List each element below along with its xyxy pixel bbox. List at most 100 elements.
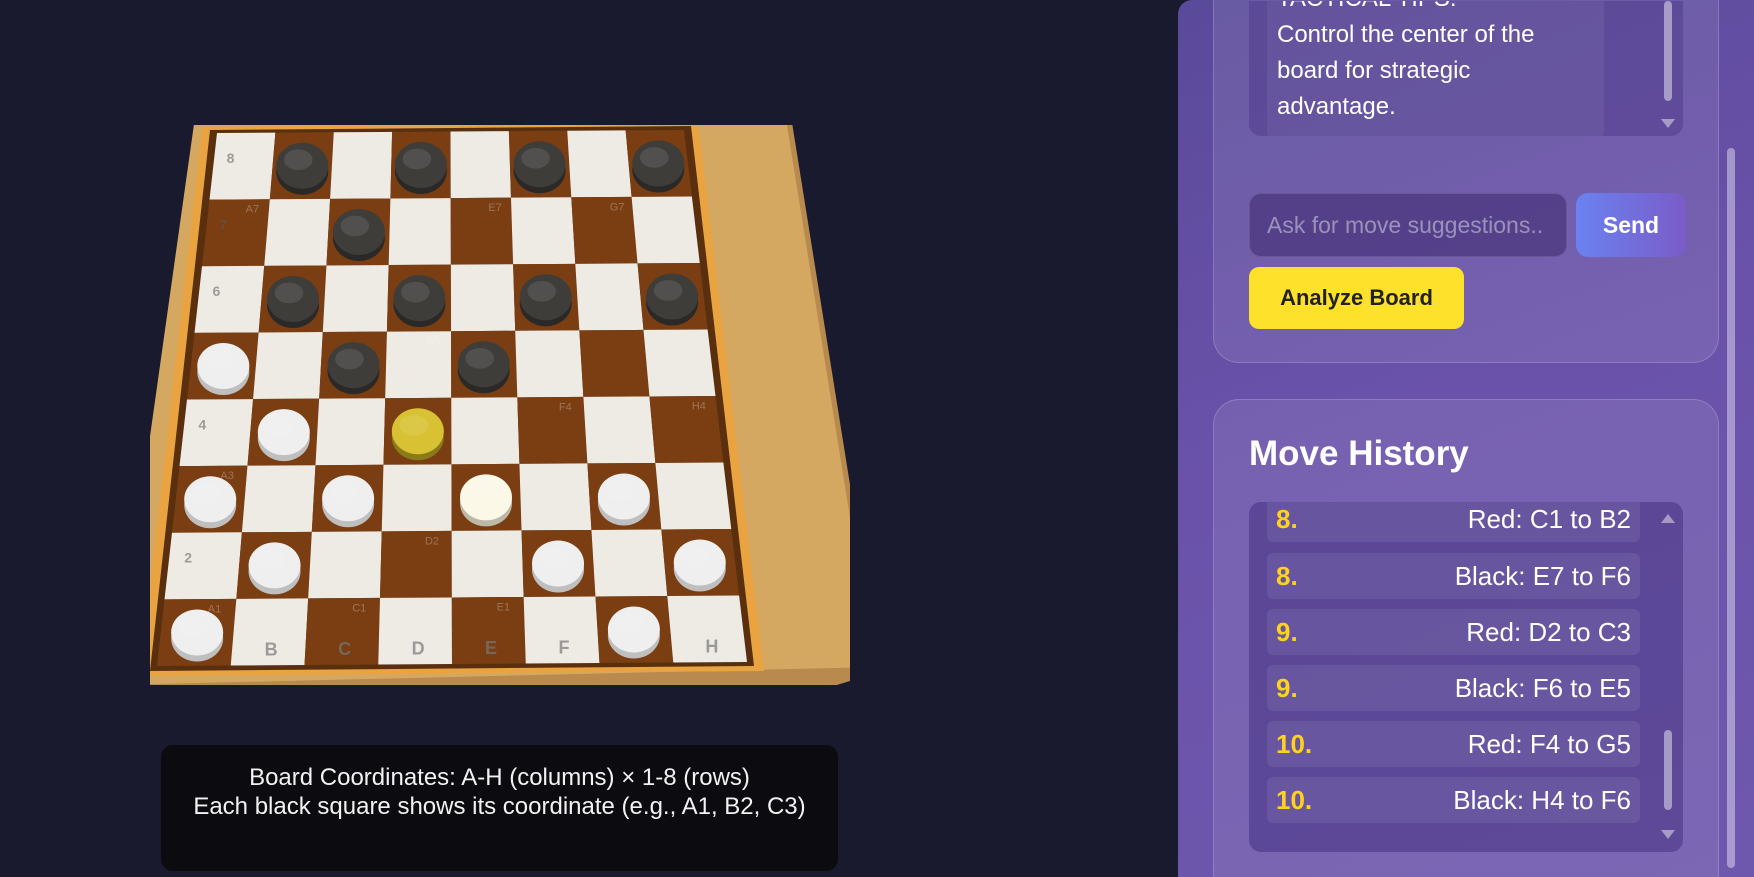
piece-shine <box>335 348 364 370</box>
square-c4 <box>315 398 386 466</box>
piece-shine <box>539 547 569 568</box>
move-number: 10. <box>1276 728 1313 759</box>
panel-scroll-thumb[interactable] <box>1727 148 1735 868</box>
square-g7 <box>571 196 638 264</box>
row-label: 8 <box>227 150 235 166</box>
assistant-card: TACTICAL TIPS: Control the center of the… <box>1213 0 1719 363</box>
move-number: 9. <box>1276 616 1298 647</box>
square-e6 <box>450 264 516 332</box>
piece-shine <box>191 482 221 504</box>
column-label: B <box>265 639 278 659</box>
square-a2 <box>164 532 242 600</box>
piece-shine <box>401 281 430 303</box>
square-c8 <box>330 131 393 199</box>
coordinates-caption: Board Coordinates: A-H (columns) × 1-8 (… <box>161 745 838 871</box>
tips-message: TACTICAL TIPS: Control the center of the… <box>1267 1 1604 136</box>
square-f7 <box>510 197 576 265</box>
square-b7 <box>264 198 331 266</box>
checkers-board[interactable]: A7 E7 G7 D5 F4 H4 A3 D2 A1 C1 E1 8 7 6 4 2 B C D E F H <box>150 125 850 685</box>
history-row: 10. Black: H4 to F6 <box>1267 777 1640 823</box>
square-c2 <box>308 531 382 599</box>
tips-box: TACTICAL TIPS: Control the center of the… <box>1249 1 1683 136</box>
tips-scrollbar[interactable] <box>1661 1 1675 136</box>
piece-shine <box>283 149 313 171</box>
square-h3 <box>655 462 732 530</box>
history-scrollbar[interactable] <box>1661 502 1675 852</box>
square-b3 <box>241 465 316 533</box>
square-a7 <box>202 199 270 267</box>
square-h5 <box>643 329 716 397</box>
column-label: H <box>705 636 718 656</box>
move-text: Red: D2 to C3 <box>1466 616 1631 647</box>
piece-shine <box>178 616 208 637</box>
row-label: 6 <box>213 283 221 299</box>
piece-shine <box>527 280 557 302</box>
history-row: 8. Black: E7 to F6 <box>1267 553 1640 599</box>
move-text: Black: H4 to F6 <box>1453 784 1631 815</box>
caption-line-1: Board Coordinates: A-H (columns) × 1-8 (… <box>249 764 750 791</box>
square-d5 <box>385 331 452 399</box>
scroll-down-icon[interactable] <box>1661 830 1675 839</box>
square-e7 <box>450 197 514 265</box>
square-a8 <box>209 132 276 200</box>
history-row: 8. Red: C1 to B2 <box>1267 502 1640 542</box>
square-c6 <box>322 265 389 333</box>
piece-shine <box>639 147 669 168</box>
column-label: D <box>412 638 425 658</box>
square-label: D5 <box>427 336 441 348</box>
piece-shine <box>521 147 550 169</box>
square-e4 <box>451 397 520 465</box>
move-history-list[interactable]: 8. Red: C1 to B2 8. Black: E7 to F6 9. R… <box>1249 502 1683 852</box>
move-text: Red: C1 to B2 <box>1467 503 1631 534</box>
board-svg[interactable]: A7 E7 G7D5F4 H4A3D2A1 C1 E187642B C D E F H <box>150 125 850 685</box>
square-label: G7 <box>610 201 625 213</box>
piece-shine <box>465 347 495 369</box>
history-row: 9. Red: D2 to C3 <box>1267 609 1640 655</box>
piece-shine <box>653 280 683 301</box>
piece-shine <box>329 481 359 503</box>
square-f4 <box>517 396 588 464</box>
panel-scrollbar[interactable] <box>1724 0 1738 877</box>
analyze-board-button[interactable]: Analyze Board <box>1249 267 1464 329</box>
history-row: 10. Red: F4 to G5 <box>1267 721 1640 767</box>
tips-text: Control the center of the board for stra… <box>1277 21 1535 120</box>
column-label: E <box>485 638 497 658</box>
square-h4 <box>649 396 724 463</box>
move-number: 8. <box>1276 560 1298 591</box>
game-scene: A7 E7 G7 D5 F4 H4 A3 D2 A1 C1 E1 8 7 6 4 2 B C D E F H Board … <box>0 0 1178 877</box>
square-label: D2 <box>425 535 439 547</box>
ask-input[interactable] <box>1249 193 1567 257</box>
history-scroll-thumb[interactable] <box>1664 730 1672 810</box>
history-row: 9. Black: F6 to E5 <box>1267 665 1640 711</box>
square-e8 <box>450 131 511 199</box>
row-label: 4 <box>198 416 206 432</box>
square-d7 <box>388 198 451 266</box>
send-button[interactable]: Send <box>1576 193 1686 257</box>
square-g4 <box>583 396 656 464</box>
side-panel: TACTICAL TIPS: Control the center of the… <box>1178 0 1754 877</box>
square-f3 <box>519 463 592 531</box>
piece-shine <box>256 548 285 570</box>
square-d3 <box>381 464 452 532</box>
move-history-card: Move History 8. Red: C1 to B2 8. Black: … <box>1213 399 1719 877</box>
square-f5 <box>515 330 584 398</box>
move-number: 9. <box>1276 672 1298 703</box>
piece-shine <box>605 480 635 501</box>
square-g8 <box>567 130 632 198</box>
row-label: 2 <box>184 550 192 566</box>
tips-heading: TACTICAL TIPS: <box>1277 1 1594 17</box>
move-number: 8. <box>1276 503 1298 534</box>
square-label: C1 <box>352 602 366 614</box>
move-number: 10. <box>1276 784 1313 815</box>
move-text: Red: F4 to G5 <box>1467 728 1631 759</box>
tips-scroll-thumb[interactable] <box>1664 1 1672 101</box>
square-label: A7 <box>246 204 259 216</box>
move-history-title: Move History <box>1249 434 1469 473</box>
square-d2 <box>379 530 452 598</box>
scroll-down-icon[interactable] <box>1661 119 1675 128</box>
square-e2 <box>451 530 524 598</box>
square-label: E1 <box>497 601 510 613</box>
piece-shine <box>274 282 304 304</box>
piece-shine <box>681 546 711 567</box>
scroll-up-icon[interactable] <box>1661 514 1675 523</box>
